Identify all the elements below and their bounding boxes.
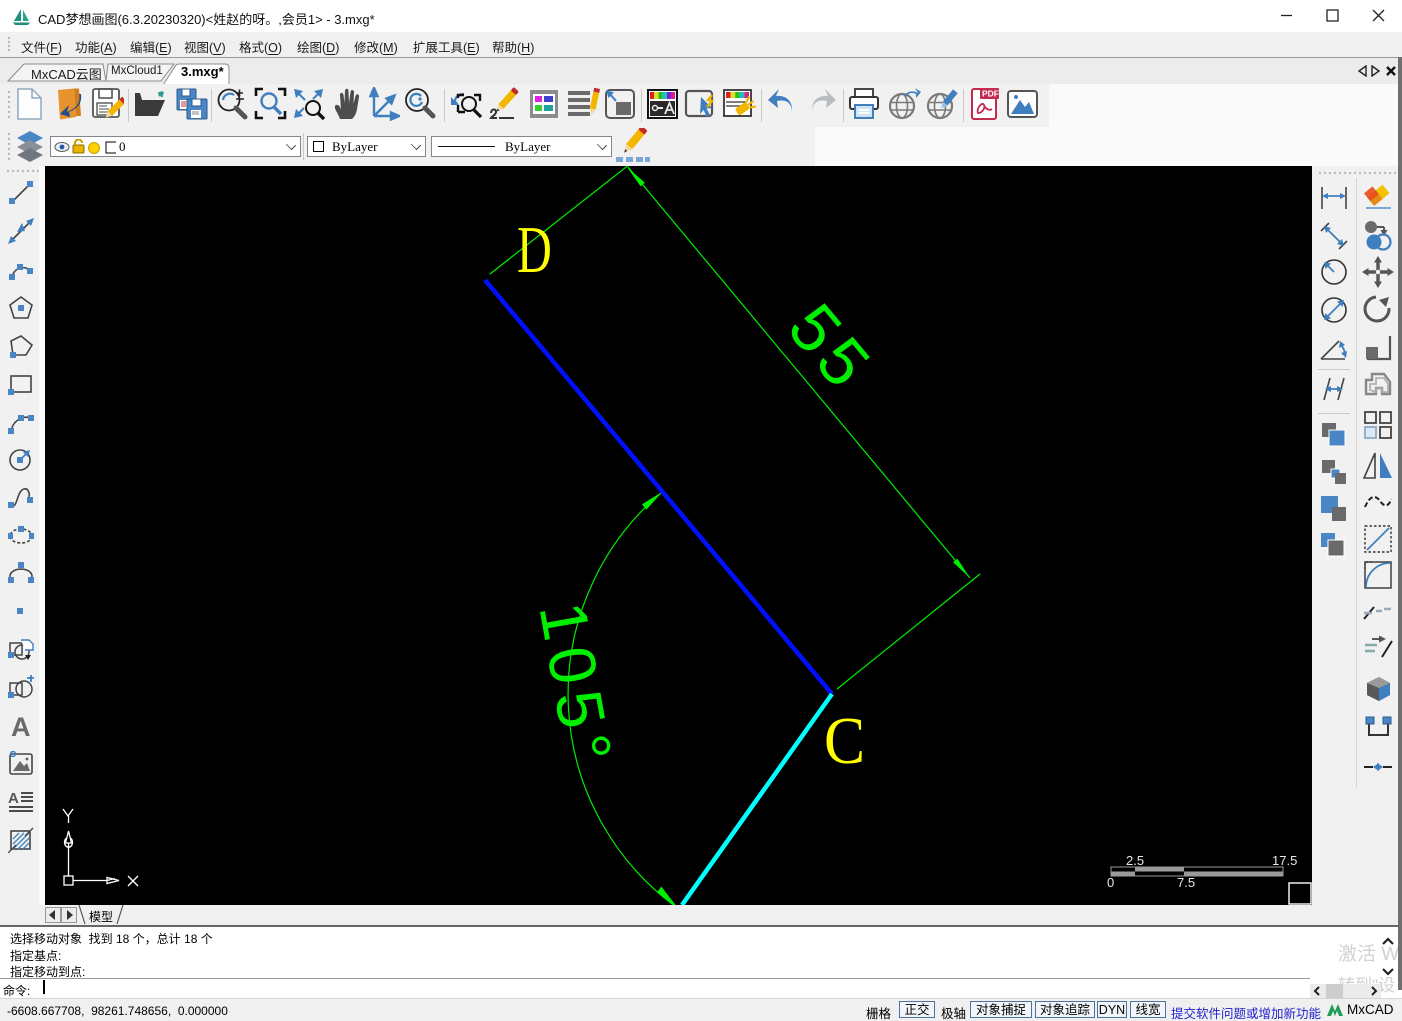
svg-text:105°: 105° [525,597,627,776]
svg-text:A: A [11,713,31,739]
svg-text:D: D [517,212,552,287]
svg-text:2.5: 2.5 [1126,853,1144,868]
svg-text:C: C [824,704,865,778]
svg-text:A: A [8,790,19,807]
svg-text:0: 0 [1107,875,1114,890]
svg-text:55: 55 [774,290,889,406]
svg-text:PDF: PDF [982,89,999,99]
svg-text:17.5: 17.5 [1272,853,1297,868]
svg-text:7.5: 7.5 [1177,875,1195,890]
